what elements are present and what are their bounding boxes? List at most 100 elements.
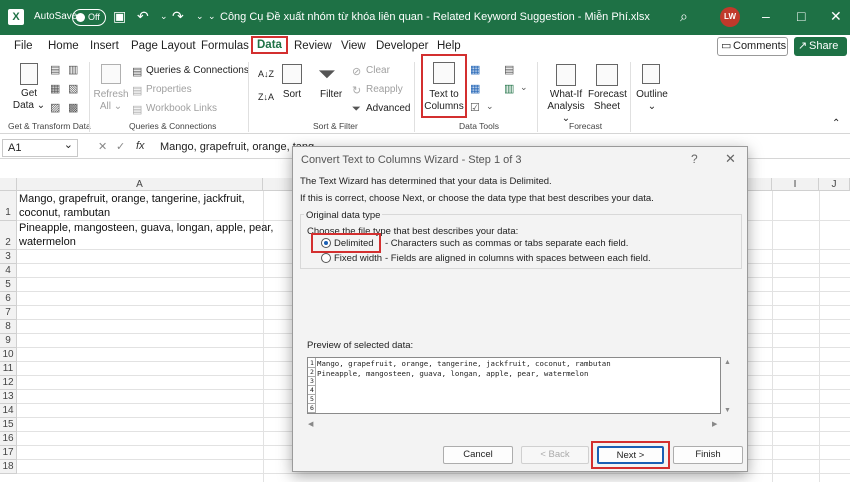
forecast-sheet-button[interactable]: Forecast Sheet xyxy=(588,89,627,113)
row-header[interactable]: 16 xyxy=(0,432,17,446)
row-header[interactable]: 6 xyxy=(0,292,17,306)
row-header[interactable]: 4 xyxy=(0,264,17,278)
chevron-down-icon[interactable]: ⌄ xyxy=(486,101,494,112)
select-all-corner[interactable] xyxy=(0,178,17,191)
relationships-icon[interactable]: ▥ xyxy=(504,82,514,95)
row-header[interactable]: 8 xyxy=(0,320,17,334)
autosave-toggle[interactable]: Off xyxy=(72,9,106,26)
tab-view[interactable]: View xyxy=(341,40,366,52)
customize-quick-access-icon[interactable]: ⌄ xyxy=(208,11,216,22)
data-preview[interactable]: 1 2 3 4 5 6 Mango, grapefruit, orange, t… xyxy=(307,357,721,414)
tab-developer[interactable]: Developer xyxy=(376,40,428,52)
reapply-button[interactable]: Reapply xyxy=(366,84,403,96)
avatar[interactable]: LW xyxy=(720,7,740,27)
get-data-button[interactable]: Get Data ⌄ xyxy=(10,88,48,112)
row-header[interactable]: 15 xyxy=(0,418,17,432)
restore-icon[interactable]: □ xyxy=(797,8,805,24)
row-header[interactable]: 10 xyxy=(0,348,17,362)
row-header[interactable]: 18 xyxy=(0,460,17,474)
row-header[interactable]: 3 xyxy=(0,250,17,264)
collapse-ribbon-icon[interactable]: ⌃ xyxy=(832,118,840,130)
refresh-all-button[interactable]: Refresh All ⌄ xyxy=(93,89,129,113)
help-icon[interactable]: ? xyxy=(691,152,698,166)
fixed-width-label[interactable]: Fixed width xyxy=(334,253,382,264)
cancel-button[interactable]: Cancel xyxy=(443,446,513,464)
row-header[interactable]: 12 xyxy=(0,376,17,390)
sort-za-icon[interactable]: Z↓A xyxy=(258,91,274,103)
next-button[interactable]: Next > xyxy=(597,446,664,464)
consolidate-icon[interactable]: ▤ xyxy=(504,63,514,76)
close-icon[interactable]: ✕ xyxy=(830,8,842,25)
tab-insert[interactable]: Insert xyxy=(90,40,119,52)
back-button[interactable]: < Back xyxy=(521,446,589,464)
properties-button[interactable]: Properties xyxy=(146,84,192,96)
share-button[interactable]: Share xyxy=(794,37,847,56)
scroll-left-icon[interactable]: ◀ xyxy=(308,420,313,428)
column-header-i[interactable]: I xyxy=(772,178,819,191)
cancel-icon[interactable]: ✕ xyxy=(98,140,107,153)
minimize-icon[interactable]: – xyxy=(762,8,770,24)
row-header[interactable]: 9 xyxy=(0,334,17,348)
clear-button[interactable]: Clear xyxy=(366,65,390,77)
tab-review[interactable]: Review xyxy=(294,40,332,52)
column-header-j[interactable]: J xyxy=(819,178,850,191)
text-to-columns-button[interactable]: Text to Columns xyxy=(423,89,465,113)
save-icon[interactable]: ▣ xyxy=(113,8,126,25)
queries-connections-button[interactable]: Queries & Connections xyxy=(146,65,249,77)
what-if-analysis-button[interactable]: What-If Analysis ⌄ xyxy=(545,89,587,125)
search-icon[interactable]: ⌕ xyxy=(680,8,688,25)
row-header[interactable]: 5 xyxy=(0,278,17,292)
cell-a1[interactable]: Mango, grapefruit, orange, tangerine, ja… xyxy=(19,192,245,220)
undo-icon[interactable]: ↶ xyxy=(137,8,149,25)
tab-home[interactable]: Home xyxy=(48,40,79,52)
from-web-icon[interactable]: ▥ xyxy=(68,63,78,76)
fixed-width-radio[interactable] xyxy=(321,253,331,263)
row-header[interactable]: 2 xyxy=(0,221,17,250)
column-header-h[interactable] xyxy=(748,178,772,191)
scroll-up-icon[interactable]: ▲ xyxy=(724,359,731,366)
existing-connections-icon[interactable]: ▩ xyxy=(68,101,78,114)
formula-input[interactable]: Mango, grapefruit, orange, tang xyxy=(160,141,314,153)
scroll-down-icon[interactable]: ▼ xyxy=(724,407,731,414)
tab-page-layout[interactable]: Page Layout xyxy=(131,40,196,52)
sort-az-icon[interactable]: A↓Z xyxy=(258,68,274,80)
workbook-links-button[interactable]: Workbook Links xyxy=(146,103,217,115)
delimited-radio[interactable] xyxy=(321,238,331,248)
sort-button[interactable]: Sort xyxy=(282,89,302,101)
flash-fill-icon[interactable]: ▦ xyxy=(470,63,480,76)
row-header[interactable]: 13 xyxy=(0,390,17,404)
chevron-down-icon[interactable]: ⌄ xyxy=(160,11,168,22)
name-box[interactable]: A1 xyxy=(2,138,78,157)
from-picture-icon[interactable]: ▨ xyxy=(50,101,60,114)
column-header-a[interactable]: A xyxy=(17,178,263,191)
cell-a2[interactable]: Pineapple, mangosteen, guava, longan, ap… xyxy=(19,221,273,249)
data-validation-icon[interactable]: ☑ xyxy=(470,101,480,114)
from-table-icon[interactable]: ▦ xyxy=(50,82,60,95)
filter-button[interactable]: Filter xyxy=(320,89,342,101)
chevron-down-icon[interactable]: ⌄ xyxy=(520,82,528,93)
comments-button[interactable]: Comments xyxy=(717,37,788,56)
close-icon[interactable]: ✕ xyxy=(725,151,736,167)
chevron-down-icon[interactable]: ⌄ xyxy=(196,11,204,22)
tab-file[interactable]: File xyxy=(14,40,33,52)
tab-help[interactable]: Help xyxy=(437,40,461,52)
from-text-icon[interactable]: ▤ xyxy=(50,63,60,76)
remove-duplicates-icon[interactable]: ▦ xyxy=(470,82,480,95)
tab-data[interactable]: Data xyxy=(251,36,288,54)
outline-button[interactable]: Outline ⌄ xyxy=(634,89,670,113)
row-header[interactable]: 1 xyxy=(0,191,17,221)
tab-formulas[interactable]: Formulas xyxy=(201,40,249,52)
confirm-icon[interactable]: ✓ xyxy=(116,140,125,153)
row-header[interactable]: 7 xyxy=(0,306,17,320)
row-header[interactable]: 11 xyxy=(0,362,17,376)
advanced-button[interactable]: Advanced xyxy=(366,103,410,115)
scroll-right-icon[interactable]: ▶ xyxy=(712,420,717,428)
insert-function-icon[interactable]: fx xyxy=(136,140,145,152)
row-header[interactable]: 17 xyxy=(0,446,17,460)
column-header-b[interactable] xyxy=(263,178,293,191)
recent-sources-icon[interactable]: ▧ xyxy=(68,82,78,95)
finish-button[interactable]: Finish xyxy=(673,446,743,464)
redo-icon[interactable]: ↷ xyxy=(172,8,184,25)
delimited-label[interactable]: Delimited xyxy=(334,238,374,249)
row-header[interactable]: 14 xyxy=(0,404,17,418)
